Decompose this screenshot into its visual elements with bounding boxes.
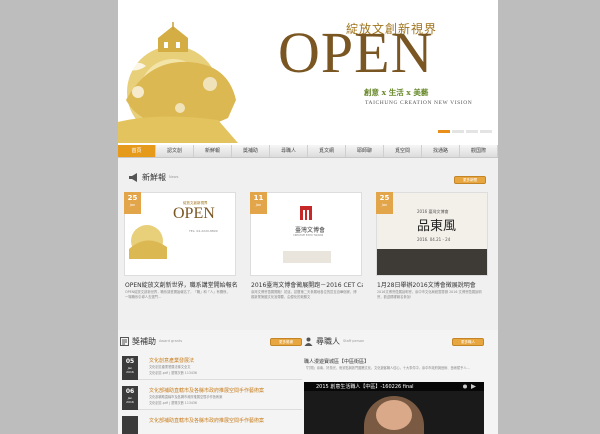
poster-title: 品東風	[417, 219, 457, 234]
jobs-section-header: 尋職人 Staff person	[304, 334, 364, 348]
carousel-dot[interactable]	[466, 130, 478, 133]
grant-desc: 文化部補助直轄市及各縣市政府推展空間手作藝術案	[149, 395, 223, 399]
news-card[interactable]: 2016 臺灣文博會 品東風 2016. 04.21 - 24 25 Jan 1…	[376, 192, 488, 317]
grants-subtitle: Award grants	[159, 339, 183, 343]
news-date: 11 Jan	[250, 192, 267, 214]
more-jobs-button[interactable]: 更多職人	[452, 338, 484, 346]
expo-logo-icon	[300, 206, 312, 220]
nav-item-home[interactable]: 首頁	[118, 145, 156, 157]
video-player[interactable]: 2015 創意生活職人【中區】-160226 final	[304, 382, 484, 434]
nav-item-network[interactable]: 覓文網	[308, 145, 346, 157]
news-card[interactable]: 臺灣文博會 CREATIVE EXPO TAIWAN 11 Jan 2016臺灣…	[250, 192, 363, 317]
hero-banner[interactable]: 綻放文創新視界 OPEN 創意 x 生活 x 美藝 TAICHUNG CREAT…	[118, 0, 498, 143]
main-nav: 首頁 認文創 新鮮報 獎補助 尋職人 覓文網 耶師聊 覓空間 找通路 觀国際	[118, 145, 498, 158]
grant-file[interactable]: 文化創意.pdf | 瀏覽次數 113436	[149, 400, 197, 405]
news-subtitle: News	[169, 175, 179, 179]
carousel-dot[interactable]	[452, 130, 464, 133]
video-title-bar: 2015 創意生活職人【中區】-160226 final	[304, 382, 484, 391]
papercut-illustration-icon	[118, 22, 238, 143]
news-section-header: 新鮮報 News	[128, 170, 178, 184]
jobs-subtitle: Staff person	[343, 339, 365, 343]
grant-date	[122, 416, 138, 434]
nav-item-about[interactable]: 認文創	[156, 145, 194, 157]
grant-row[interactable]: 06 Jan 2016 文化部補助直轄市及各縣市政府推展空間手作藝術案 文化部補…	[122, 384, 302, 410]
news-card[interactable]: 綻放文創新視界 OPEN TEL: 04-2220-8899 25 Jan OP…	[124, 192, 237, 317]
grant-title[interactable]: 文化部補助直轄市及各縣市政府推展空間手作藝術案	[149, 387, 264, 394]
grant-row[interactable]: 文化部補助直轄市及各縣市政府推展空間手作藝術案	[122, 414, 302, 434]
news-card-desc: 2016文博會徵展說明會，臺中市文化局統籌籌辦 2016 文博會徵展說明會，歡迎…	[377, 290, 482, 299]
carousel-dot[interactable]	[438, 130, 450, 133]
poster-photo	[377, 249, 487, 275]
nav-item-international[interactable]: 觀国際	[460, 145, 498, 157]
news-card-title[interactable]: 1月28日舉辦2016文博會徵展說明會	[377, 280, 489, 289]
grant-file[interactable]: 文化創意.pdf | 瀏覽次數 113436	[149, 370, 197, 375]
news-card-title[interactable]: 2016臺灣文博會徵展開跑－2016 CET Call	[251, 280, 363, 289]
grant-date: 05 Jan 2016	[122, 356, 138, 380]
nav-item-channel[interactable]: 找通路	[422, 145, 460, 157]
news-card-desc: OPEN綻放文創新世界，職系講堂開始報名了，「職」和「人」有關係，一場職系引導人…	[125, 290, 230, 299]
poster-date: 2016. 04.21 - 24	[417, 237, 451, 242]
grants-panel: 獎補助 Award grants 更多獎補 05 Jan 2016 文化創意產業…	[118, 330, 305, 434]
grants-section-header: 獎補助 Award grants	[120, 334, 182, 348]
grant-title[interactable]: 文化部補助直轄市及各縣市政府推展空間手作藝術案	[149, 417, 264, 424]
banner-tagline: 創意 x 生活 x 美藝	[364, 88, 429, 97]
grant-title[interactable]: 文化創意產業發展法	[149, 357, 194, 364]
banner-logo: OPEN	[278, 20, 434, 85]
news-card-desc: 臺灣文博會徵展開跑！初這，搶攤第二天參展地各位的區至自華個家，博觀新業第國文化宣…	[251, 290, 357, 299]
more-grants-button[interactable]: 更多獎補	[270, 338, 302, 346]
grant-date: 06 Jan 2016	[122, 386, 138, 410]
news-date: 25 Jan	[376, 192, 393, 214]
banner-subtitle: TAICHUNG CREATION NEW VISION	[365, 100, 473, 106]
nav-item-grants[interactable]: 獎補助	[232, 145, 270, 157]
person-icon	[304, 337, 313, 346]
news-title: 新鮮報	[142, 172, 166, 182]
grant-desc: 文化創意產業發展法條文全文	[149, 365, 191, 369]
more-news-button[interactable]: 更多新聞	[454, 176, 486, 184]
papercut-mini-icon	[129, 225, 167, 259]
video-controls-icon[interactable]	[462, 383, 480, 390]
jobs-headline[interactable]: 職人漫遊寶城區【中區街區】	[304, 358, 369, 365]
jobs-title: 尋職人	[316, 336, 340, 346]
page: 綻放文創新視界 OPEN 創意 x 生活 x 美藝 TAICHUNG CREAT…	[118, 0, 498, 434]
video-face	[376, 400, 412, 430]
grants-title: 獎補助	[132, 336, 156, 346]
thumb-logo: OPEN	[173, 205, 215, 222]
video-title[interactable]: 2015 創意生活職人【中區】-160226 final	[316, 383, 414, 390]
news-card-title[interactable]: OPEN綻放文創新世界，職系講堂開始報名	[125, 280, 237, 289]
grants-icon	[120, 336, 129, 346]
nav-item-talks[interactable]: 耶師聊	[346, 145, 384, 157]
carousel-dot[interactable]	[480, 130, 492, 133]
megaphone-icon	[129, 172, 137, 182]
jobs-desc: 「打開」臺南，好風光，而景點與熱門圖騰文化，文化遊客職人信心，十大事件中，臺中市…	[304, 366, 470, 370]
thumb-phone: TEL: 04-2220-8899	[189, 229, 218, 233]
nav-item-news[interactable]: 新鮮報	[194, 145, 232, 157]
expo-poster-title: 臺灣文博會	[295, 227, 326, 234]
expo-photo-strip	[283, 251, 331, 263]
carousel-indicator	[438, 130, 492, 133]
expo-poster-sub: CREATIVE EXPO TAIWAN	[293, 234, 324, 237]
nav-item-people[interactable]: 尋職人	[270, 145, 308, 157]
news-date: 25 Jan	[124, 192, 141, 214]
nav-item-space[interactable]: 覓空間	[384, 145, 422, 157]
grant-row[interactable]: 05 Jan 2016 文化創意產業發展法 文化創意產業發展法條文全文 文化創意…	[122, 354, 302, 380]
